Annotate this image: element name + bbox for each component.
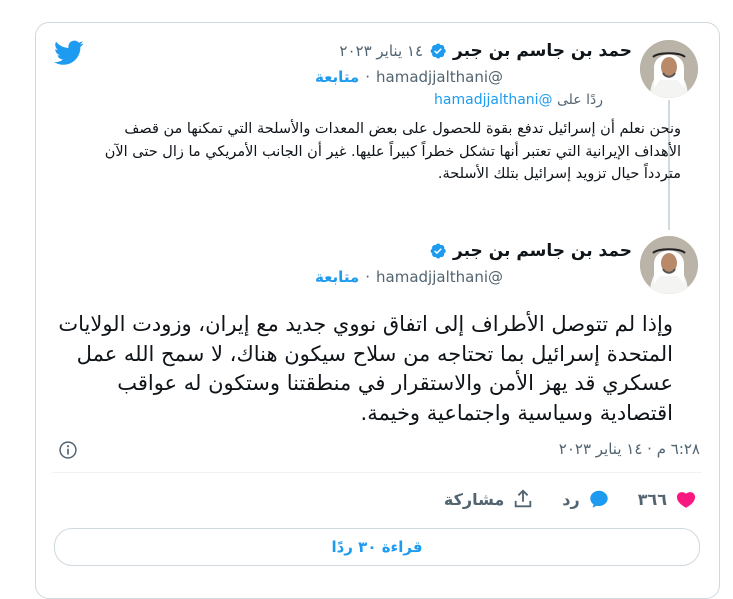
reply-to-handle[interactable]: @hamadjjalthani <box>434 92 553 108</box>
author-handle[interactable]: @hamadjjalthani <box>376 68 503 86</box>
share-icon <box>515 489 532 508</box>
share-button[interactable]: مشاركة <box>444 488 534 510</box>
quoted-tweet-header: حمد بن جاسم بن جبر ١٤ يناير ٢٠٢٣ <box>339 40 632 62</box>
reply-bubble-icon <box>589 490 608 508</box>
reply-label: رد <box>562 489 580 509</box>
tweet-date[interactable]: ١٤ يناير ٢٠٢٣ <box>339 42 423 60</box>
heart-icon <box>676 492 696 508</box>
main-tweet-header: حمد بن جاسم بن جبر <box>429 240 632 262</box>
share-label: مشاركة <box>443 489 505 509</box>
tweet-timestamp[interactable]: ٦:٢٨ م · ١٤ يناير ٢٠٢٣ <box>559 440 700 458</box>
verified-badge-icon <box>430 43 446 59</box>
follow-button[interactable]: متابعة <box>315 68 359 86</box>
main-handle-row: @hamadjjalthani · متابعة <box>315 266 503 288</box>
action-bar: ٣٦٦ رد مشاركة <box>444 488 697 510</box>
avatar-portrait-icon <box>640 40 698 98</box>
reply-button[interactable]: رد <box>562 488 609 510</box>
avatar-portrait-icon <box>640 236 698 294</box>
likes-count: ٣٦٦ <box>637 489 667 509</box>
main-tweet-text: وإذا لم تتوصل الأطراف إلى اتفاق نووي جدي… <box>58 312 673 425</box>
separator-dot: · <box>365 268 371 286</box>
read-replies-button[interactable]: قراءة ٣٠ ردًا <box>54 528 700 566</box>
separator-dot: · <box>365 68 371 86</box>
author-handle[interactable]: @hamadjjalthani <box>376 268 503 286</box>
info-icon[interactable] <box>58 440 78 460</box>
verified-badge-icon <box>430 243 446 259</box>
like-button[interactable]: ٣٦٦ <box>638 488 697 510</box>
twitter-logo-icon[interactable] <box>54 40 84 66</box>
reply-to-prefix: ردًا على <box>557 92 603 108</box>
follow-button[interactable]: متابعة <box>315 268 359 286</box>
divider <box>52 472 702 473</box>
author-name[interactable]: حمد بن جاسم بن جبر <box>453 241 632 261</box>
author-name[interactable]: حمد بن جاسم بن جبر <box>453 41 632 61</box>
avatar[interactable] <box>640 236 698 294</box>
reply-to-line: ردًا على @hamadjjalthani <box>434 92 603 108</box>
avatar[interactable] <box>640 40 698 98</box>
quoted-tweet-text: ونحن نعلم أن إسرائيل تدفع بقوة للحصول عل… <box>104 121 681 182</box>
quoted-handle-row: @hamadjjalthani · متابعة <box>315 66 503 88</box>
